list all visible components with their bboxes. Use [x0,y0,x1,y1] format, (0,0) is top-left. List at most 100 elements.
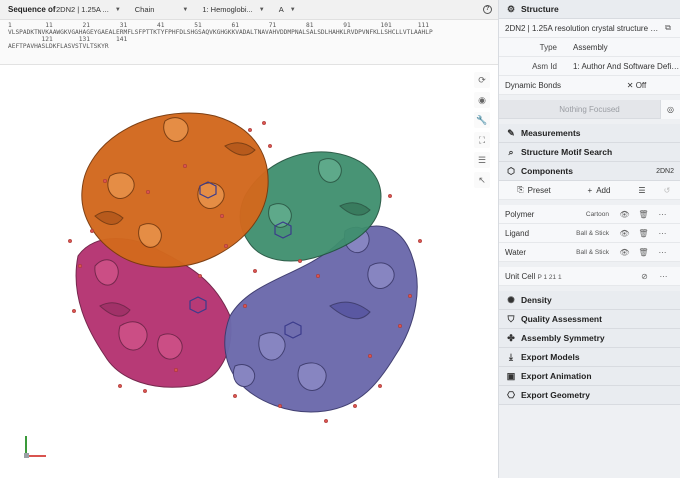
entity-select-value: 2DN2 | 1.25A ... [56,5,109,14]
chain-mode-select[interactable]: Chain ▼ [135,5,189,14]
preset-button[interactable]: ⎘ Preset [499,181,569,200]
eye-icon[interactable]: 👁 [615,248,634,257]
gear-icon: ⚙ [506,3,516,14]
sliders-icon: ☰ [638,185,646,195]
copy-icon[interactable]: ⧉ [660,23,676,33]
chain-mode-select-value: Chain [134,5,155,14]
film-icon: ▣ [506,370,516,381]
plus-icon: + [587,185,593,195]
trash-icon[interactable]: 🗑 [634,210,653,219]
density-section[interactable]: ✺ Density [499,291,680,310]
focus-text: Nothing Focused [559,104,620,114]
structure-section[interactable]: ⚙ Structure [499,0,680,19]
chain-orange [81,112,269,268]
unit-cell-row[interactable]: Unit Cell P 1 21 1 ⊘ ⋯ [499,267,680,286]
3d-viewport[interactable]: ⟳ ◉ 🔧 ⛶ ☰ ↖ [0,66,498,478]
reset-camera-icon[interactable]: ⟳ [474,72,490,88]
sequence-text[interactable]: 1 11 21 31 41 51 61 71 81 91 101 111 VLSP… [8,22,494,50]
eye-icon[interactable]: 👁 [615,210,634,219]
symmetry-section[interactable]: ✤ Assembly Symmetry [499,329,680,348]
control-panel: ⚙ Structure 2DN2 | 1.25A resolution crys… [498,0,680,478]
preset-label: Preset [527,185,551,195]
component-representation[interactable]: Ball & Stick [575,230,615,237]
measurements-heading: Measurements [521,128,581,138]
export-models-section[interactable]: ⤓ Export Models [499,348,680,367]
export-models-heading: Export Models [521,352,580,362]
help-icon[interactable]: ? [483,5,492,14]
component-row-ligand[interactable]: Ligand Ball & Stick 👁 🗑 ⋯ [499,224,680,243]
chain-id-select[interactable]: A ▼ [279,5,296,14]
sequence-residues-2[interactable]: AEFTPAVHASLDKFLASVSTVLTSKYR [8,43,494,50]
components-heading: Components [521,166,573,176]
chevron-down-icon: ▼ [289,6,296,13]
screenshot-icon[interactable]: ◉ [474,92,490,108]
focus-target-icon[interactable]: ◎ [660,100,680,119]
focus-row[interactable]: Nothing Focused ◎ [499,100,680,119]
component-representation[interactable]: Cartoon [575,211,615,218]
type-label: Type [539,42,557,52]
more-icon[interactable]: ⋯ [653,229,672,238]
undo-button[interactable]: ↺ [655,181,679,200]
sequence-residues-1[interactable]: VLSPADKTNVKAAWGKVGAHAGEYGAEALERMFLSFPTTK… [8,29,494,36]
sliders-icon[interactable]: ☰ [474,152,490,168]
chevron-down-icon: ▼ [258,6,265,13]
unit-cell-spacegroup: P 1 21 1 [537,273,562,281]
component-options-button[interactable]: ☰ [629,181,655,200]
sequence-header: Sequence of 2DN2 | 1.25A ... ▼ Chain ▼ 1: … [0,0,498,20]
components-actions: ⎘ Preset + Add ☰ ↺ [499,181,680,200]
dynamic-bonds-row[interactable]: Dynamic Bonds ✕ Off [499,76,680,95]
export-animation-heading: Export Animation [521,371,592,381]
trash-icon[interactable]: 🗑 [634,248,653,257]
trash-icon[interactable]: 🗑 [634,229,653,238]
symmetry-heading: Assembly Symmetry [521,333,605,343]
component-row-polymer[interactable]: Polymer Cartoon 👁 🗑 ⋯ [499,205,680,224]
expand-icon[interactable]: ⛶ [474,132,490,148]
type-row[interactable]: Type Assembly [499,38,680,57]
add-label: Add [596,185,611,195]
quality-heading: Quality Assessment [521,314,602,324]
structure-heading: Structure [521,4,559,14]
more-icon[interactable]: ⋯ [653,248,672,257]
measurements-section[interactable]: ✎ Measurements [499,124,680,143]
type-select[interactable]: Assembly [565,43,680,52]
bookmark-icon: ⎘ [517,185,524,194]
component-representation[interactable]: Ball & Stick [575,249,615,256]
dynamic-bonds-label: Dynamic Bonds [505,80,562,90]
unit-cell-name: Unit Cell [505,271,536,281]
component-name: Ligand [505,228,530,238]
component-row-water[interactable]: Water Ball & Stick 👁 🗑 ⋯ [499,243,680,262]
ruler-icon: ✎ [507,127,515,138]
dynamic-bonds-value: Off [635,80,647,90]
more-icon[interactable]: ⋯ [653,210,672,219]
motif-section[interactable]: ⌕ Structure Motif Search [499,143,680,162]
dynamic-bonds-toggle[interactable]: ✕ Off [585,81,680,90]
search-icon: ⌕ [508,146,514,157]
viewport-toolbar: ⟳ ◉ 🔧 ⛶ ☰ ↖ [474,72,490,192]
more-icon[interactable]: ⋯ [654,272,673,281]
eye-icon[interactable]: 👁 [615,229,634,238]
axes-indicator [24,436,46,458]
export-geometry-section[interactable]: ⎔ Export Geometry [499,386,680,405]
eye-off-icon[interactable]: ⊘ [635,272,654,281]
density-heading: Density [521,295,552,305]
history-icon: ↺ [663,185,671,195]
export-geometry-heading: Export Geometry [521,390,590,400]
pointer-icon[interactable]: ↖ [474,172,490,188]
quality-section[interactable]: ⛉ Quality Assessment [499,310,680,329]
wrench-icon[interactable]: 🔧 [474,112,490,128]
density-icon: ✺ [507,294,515,305]
components-section[interactable]: ⬡ Components 2DN2 [499,162,680,181]
chain-id-select-value: A [278,5,284,14]
molecule-render[interactable] [0,66,498,478]
entity-select[interactable]: 2DN2 | 1.25A ... ▼ [56,5,121,14]
motif-heading: Structure Motif Search [521,147,613,157]
asm-row[interactable]: Asm Id 1: Author And Software Defined As… [499,57,680,76]
structure-title: 2DN2 | 1.25A resolution crystal structur… [505,23,660,33]
export-animation-section[interactable]: ▣ Export Animation [499,367,680,386]
structure-title-row[interactable]: 2DN2 | 1.25A resolution crystal structur… [499,19,680,38]
asm-select[interactable]: 1: Author And Software Defined Assembly [565,62,680,71]
geometry-icon: ⎔ [507,389,515,400]
chain-select[interactable]: 1: Hemoglobi... ▼ [202,5,264,14]
add-button[interactable]: + Add [569,181,629,200]
chain-select-value: 1: Hemoglobi... [202,5,253,14]
